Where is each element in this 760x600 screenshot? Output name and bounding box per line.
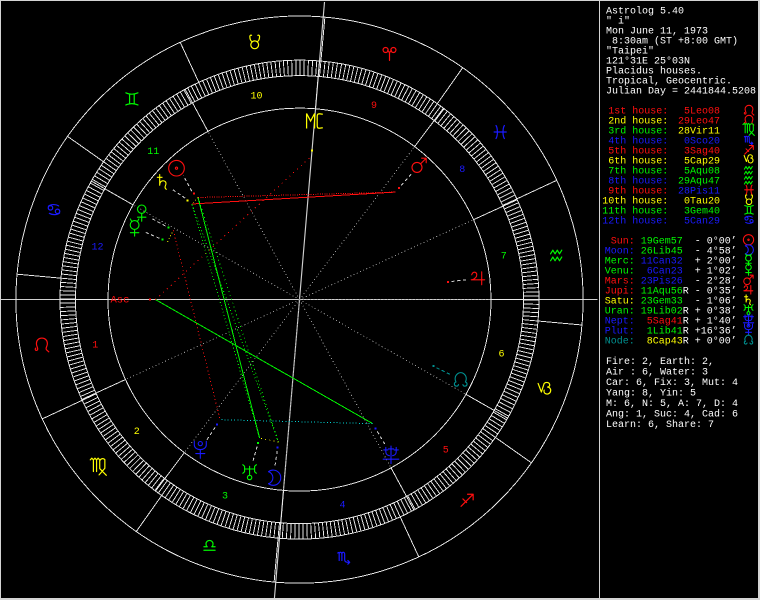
svg-text:5: 5: [443, 445, 449, 456]
svg-text:Julian Day = 2441844.5208: Julian Day = 2441844.5208: [606, 86, 756, 98]
svg-text:12th house:: 12th house:: [602, 215, 668, 227]
svg-text:4: 4: [339, 501, 345, 512]
svg-text:12: 12: [91, 243, 103, 254]
svg-text:8Cap43: 8Cap43: [641, 336, 683, 347]
svg-text:Yang: 8, Yin: 5: Yang: 8, Yin: 5: [606, 388, 696, 400]
svg-text:Asc: Asc: [111, 295, 130, 307]
svg-text:10: 10: [250, 92, 262, 103]
svg-text:Fire: 2, Earth: 2,: Fire: 2, Earth: 2,: [606, 356, 714, 368]
svg-text:Ang: 1, Suc: 4, Cad: 6: Ang: 1, Suc: 4, Cad: 6: [606, 409, 738, 421]
svg-text:9: 9: [371, 101, 377, 112]
svg-text:R: R: [683, 336, 689, 347]
svg-text:3: 3: [222, 491, 228, 502]
svg-text:1: 1: [92, 341, 98, 352]
svg-text:Air : 6, Water: 3: Air : 6, Water: 3: [606, 367, 708, 379]
svg-text:8: 8: [459, 165, 465, 176]
svg-text:6: 6: [498, 350, 504, 361]
svg-text:M: 6, N: 5, A: 7, D: 4: M: 6, N: 5, A: 7, D: 4: [606, 399, 738, 410]
svg-text:2: 2: [134, 427, 140, 438]
svg-text:R: R: [683, 286, 689, 297]
svg-text:+ 0°00’: + 0°00’: [695, 335, 737, 347]
svg-text:Learn: 6, Share: 7: Learn: 6, Share: 7: [606, 419, 714, 431]
svg-text:5Can29: 5Can29: [678, 216, 720, 227]
svg-text:7: 7: [501, 252, 507, 263]
svg-text:Node:: Node:: [605, 335, 635, 347]
svg-text:Car: 6, Fix: 3, Mut: 4: Car: 6, Fix: 3, Mut: 4: [606, 377, 738, 389]
svg-text:11: 11: [147, 147, 159, 158]
